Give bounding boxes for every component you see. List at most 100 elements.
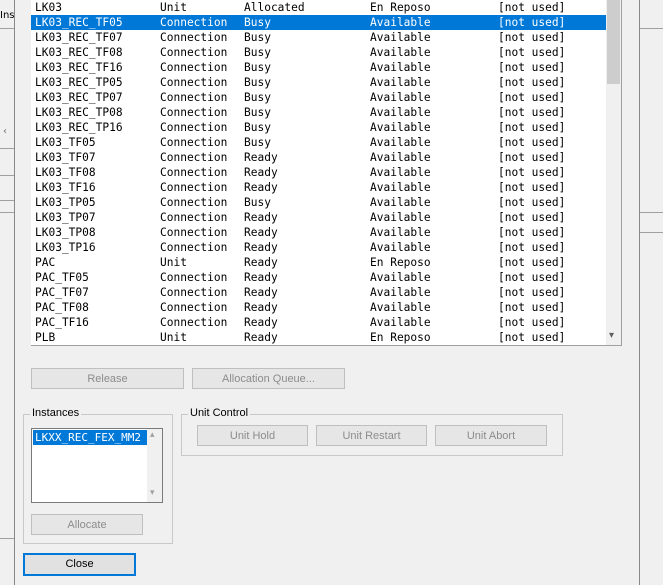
table-row[interactable]: LK03_TP05 Connection Busy Available [not use… — [31, 195, 606, 210]
table-cell: Connection — [160, 61, 228, 74]
table-cell: Available — [370, 211, 431, 224]
table-cell: En Reposo — [370, 1, 431, 14]
table-cell: [not used] — [498, 1, 566, 14]
table-cell: Available — [370, 61, 431, 74]
table-row[interactable]: LK03_REC_TP16 Connection Busy Available [not… — [31, 120, 606, 135]
table-row[interactable]: LK03_TF08 Connection Ready Available [not us… — [31, 165, 606, 180]
table-cell: Ready — [244, 211, 278, 224]
table-cell: LK03_REC_TF07 — [35, 31, 123, 44]
table-cell: LK03_TP08 — [35, 226, 96, 239]
table-cell: Busy — [244, 16, 271, 29]
table-row[interactable]: LK03_TF16 Connection Ready Available [not us… — [31, 180, 606, 195]
scrollbar-thumb[interactable] — [607, 0, 620, 84]
table-cell: Available — [370, 196, 431, 209]
table-cell: Available — [370, 181, 431, 194]
close-button[interactable]: Close — [23, 553, 136, 576]
table-cell: LK03_REC_TP07 — [35, 91, 123, 104]
table-row[interactable]: LK03_REC_TP07 Connection Busy Available [not… — [31, 90, 606, 105]
table-cell: PAC_TF05 — [35, 271, 89, 284]
table-row[interactable]: LK03_REC_TP05 Connection Busy Available [not… — [31, 75, 606, 90]
table-cell: Allocated — [244, 1, 305, 14]
table-row[interactable]: LK03_TP16 Connection Ready Available [not us… — [31, 240, 606, 255]
table-row[interactable]: PAC_TF16 Connection Ready Available [not use… — [31, 315, 606, 330]
table-row[interactable]: LK03_TF07 Connection Ready Available [not us… — [31, 150, 606, 165]
table-cell: [not used] — [498, 91, 566, 104]
table-row[interactable]: LK03_REC_TF05 Connection Busy Available [not… — [31, 15, 606, 30]
table-cell: Ready — [244, 151, 278, 164]
table-cell: [not used] — [498, 46, 566, 59]
table-cell: [not used] — [498, 226, 566, 239]
table-row[interactable]: LK03_TP07 Connection Ready Available [not us… — [31, 210, 606, 225]
unit-control-group: Unit Control Unit Hold Unit Restart Unit… — [181, 407, 563, 456]
table-row[interactable]: PAC_TF05 Connection Ready Available [not use… — [31, 270, 606, 285]
table-cell: Available — [370, 16, 431, 29]
table-cell: Available — [370, 31, 431, 44]
table-cell: Connection — [160, 91, 228, 104]
table-cell: [not used] — [498, 61, 566, 74]
table-row[interactable]: LK03_REC_TF07 Connection Busy Available [not… — [31, 30, 606, 45]
table-cell: PLB — [35, 331, 56, 344]
chevron-left-icon: ‹ — [3, 126, 7, 137]
table-cell: LK03_REC_TF16 — [35, 61, 123, 74]
instances-group-title: Instances — [30, 407, 82, 419]
table-cell: [not used] — [498, 241, 566, 254]
table-cell: Connection — [160, 301, 228, 314]
table-cell: Connection — [160, 151, 228, 164]
table-cell: Unit — [160, 256, 187, 269]
table-cell: Available — [370, 301, 431, 314]
table-cell: [not used] — [498, 181, 566, 194]
table-cell: LK03 — [35, 1, 62, 14]
table-cell: [not used] — [498, 16, 566, 29]
table-cell: Ready — [244, 286, 278, 299]
table-cell: En Reposo — [370, 256, 431, 269]
units-scrollbar[interactable]: ▾ — [606, 0, 621, 345]
table-row[interactable]: LK03 Unit Allocated En Reposo [not used] — [31, 0, 606, 15]
table-cell: Connection — [160, 31, 228, 44]
unit-restart-button[interactable]: Unit Restart — [316, 425, 427, 446]
unit-control-group-title: Unit Control — [188, 407, 251, 419]
scroll-down-icon[interactable]: ▾ — [150, 488, 155, 498]
table-cell: Connection — [160, 166, 228, 179]
table-cell: Connection — [160, 271, 228, 284]
table-cell: [not used] — [498, 31, 566, 44]
allocate-button[interactable]: Allocate — [31, 514, 143, 535]
instance-item[interactable]: LKXX_REC_FEX_MM2 — [33, 430, 147, 445]
table-cell: [not used] — [498, 271, 566, 284]
release-button[interactable]: Release — [31, 368, 184, 389]
table-cell: Connection — [160, 241, 228, 254]
table-cell: LK03_REC_TP08 — [35, 106, 123, 119]
table-row[interactable]: PAC Unit Ready En Reposo [not used] — [31, 255, 606, 270]
table-row[interactable]: PAC_TF08 Connection Ready Available [not use… — [31, 300, 606, 315]
table-cell: Connection — [160, 286, 228, 299]
table-cell: PAC_TF16 — [35, 316, 89, 329]
table-cell: Available — [370, 46, 431, 59]
table-cell: Busy — [244, 61, 271, 74]
table-cell: LK03_REC_TF08 — [35, 46, 123, 59]
table-row[interactable]: LK03_REC_TF16 Connection Busy Available [not… — [31, 60, 606, 75]
scroll-down-icon[interactable]: ▾ — [609, 330, 614, 341]
scroll-up-icon[interactable]: ▴ — [150, 430, 155, 440]
table-cell: Available — [370, 226, 431, 239]
table-cell: Connection — [160, 16, 228, 29]
table-cell: Available — [370, 121, 431, 134]
table-cell: Connection — [160, 196, 228, 209]
table-cell: PAC — [35, 256, 56, 269]
table-cell: Available — [370, 136, 431, 149]
instances-scrollbar[interactable]: ▴ ▾ — [147, 429, 162, 502]
unit-hold-button[interactable]: Unit Hold — [197, 425, 308, 446]
table-row[interactable]: LK03_REC_TF08 Connection Busy Available [not… — [31, 45, 606, 60]
table-row[interactable]: LK03_TF05 Connection Busy Available [not use… — [31, 135, 606, 150]
table-row[interactable]: PAC_TF07 Connection Ready Available [not use… — [31, 285, 606, 300]
table-row[interactable]: LK03_TP08 Connection Ready Available [not us… — [31, 225, 606, 240]
allocation-queue-button[interactable]: Allocation Queue... — [192, 368, 345, 389]
units-rows: LK03 Unit Allocated En Reposo [not used] LK03… — [31, 0, 606, 345]
unit-abort-button[interactable]: Unit Abort — [435, 425, 547, 446]
table-row[interactable]: LK03_REC_TP08 Connection Busy Available [not… — [31, 105, 606, 120]
units-listbox[interactable]: LK03 Unit Allocated En Reposo [not used] LK03… — [31, 0, 622, 346]
table-row[interactable]: PLB Unit Ready En Reposo [not used] — [31, 330, 606, 345]
instances-listbox[interactable]: LKXX_REC_FEX_MM2 ▴ ▾ — [31, 428, 163, 503]
table-cell: PAC_TF07 — [35, 286, 89, 299]
table-cell: Ready — [244, 166, 278, 179]
table-cell: [not used] — [498, 211, 566, 224]
table-cell: Connection — [160, 211, 228, 224]
